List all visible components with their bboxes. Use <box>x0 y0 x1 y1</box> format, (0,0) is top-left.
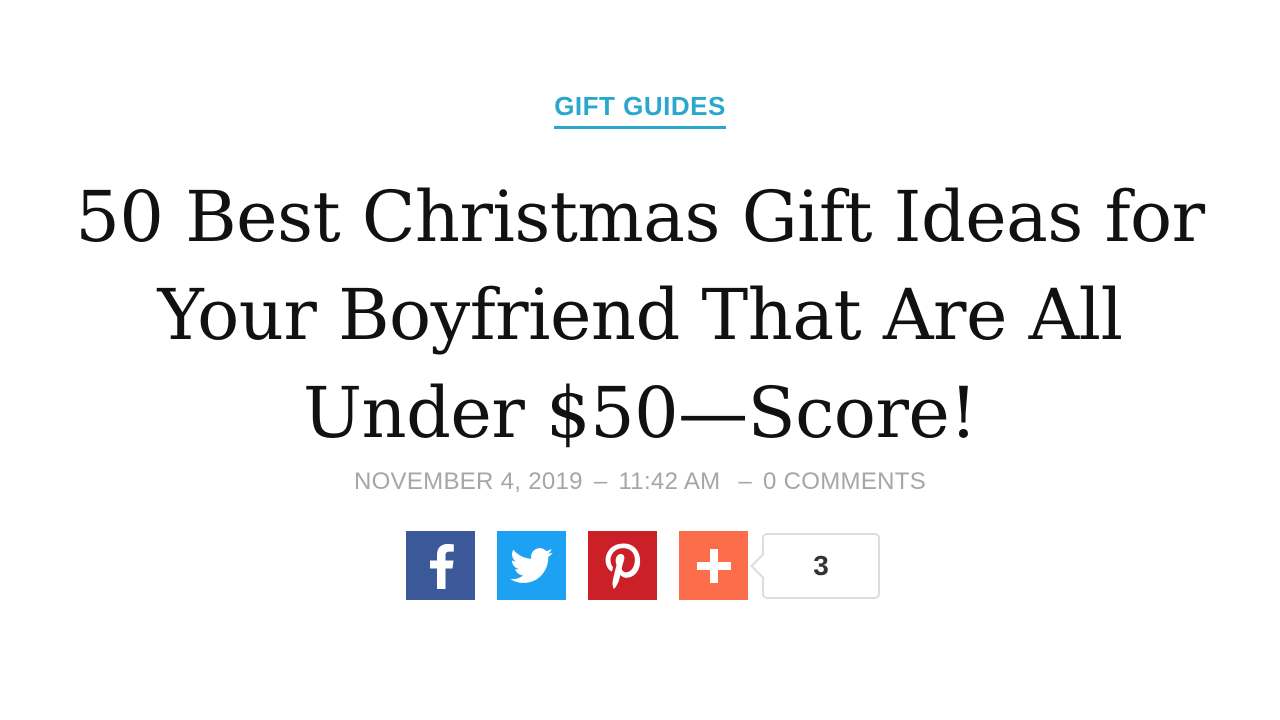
article-title: 50 Best Christmas Gift Ideas for Your Bo… <box>75 176 1205 454</box>
twitter-share-button[interactable] <box>497 531 566 600</box>
more-share-button[interactable] <box>679 531 748 600</box>
meta-separator: – <box>593 468 608 495</box>
share-bar: 3 <box>406 531 880 600</box>
pinterest-share-button[interactable] <box>588 531 657 600</box>
twitter-icon <box>509 547 553 583</box>
facebook-icon <box>429 543 454 589</box>
article-time: 11:42 AM <box>618 468 721 495</box>
meta-separator: – <box>738 468 753 495</box>
plus-icon <box>696 548 731 583</box>
article-date: NOVEMBER 4, 2019 <box>353 468 583 495</box>
comments-link[interactable]: 0 COMMENTS <box>763 468 926 495</box>
article-meta: NOVEMBER 4, 2019 – 11:42 AM – 0 COMMENTS <box>0 467 1280 497</box>
facebook-share-button[interactable] <box>406 531 475 600</box>
share-count: 3 <box>750 532 880 599</box>
category-container: GIFT GUIDES <box>0 90 1280 129</box>
pinterest-icon <box>605 543 640 588</box>
category-link[interactable]: GIFT GUIDES <box>554 90 726 129</box>
article-header: GIFT GUIDES 50 Best Christmas Gift Ideas… <box>0 0 1280 720</box>
